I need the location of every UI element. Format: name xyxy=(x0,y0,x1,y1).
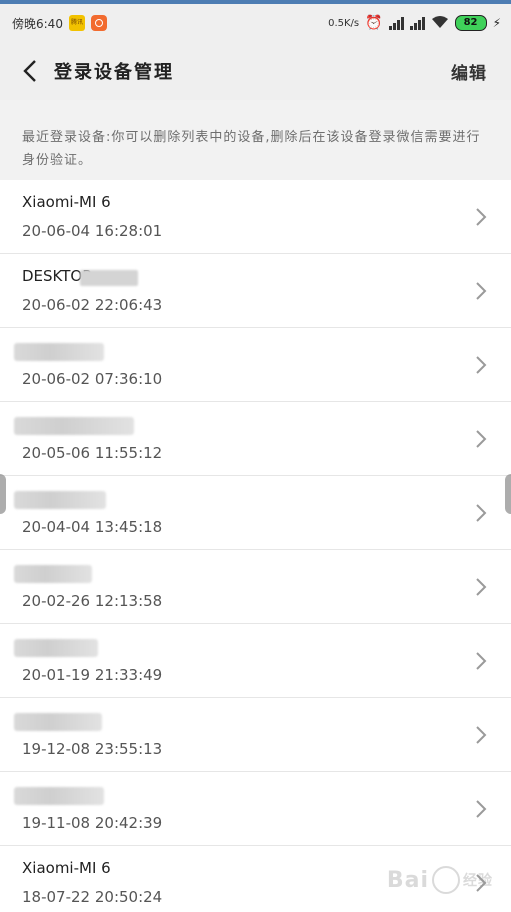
redacted-device-name xyxy=(14,639,98,657)
device-login-time: 20-05-06 11:55:12 xyxy=(22,444,163,462)
signal-icon xyxy=(409,16,425,30)
chevron-right-icon xyxy=(476,356,487,374)
redacted-device-name xyxy=(14,417,134,435)
chevron-right-icon xyxy=(476,578,487,596)
watermark-text-2: 经验 xyxy=(463,873,493,889)
network-speed: 0.5K/s xyxy=(328,17,360,29)
device-name: Xiaomi-MI 6 xyxy=(22,193,111,211)
watermark-text: Bai xyxy=(386,867,429,893)
alarm-icon: ⏰ xyxy=(365,15,383,31)
device-row[interactable]: 20-01-19 21:33:49 xyxy=(0,624,511,698)
battery-icon: 82 xyxy=(454,15,487,31)
redacted-device-name xyxy=(14,565,92,583)
device-row[interactable]: 20-02-26 12:13:58 xyxy=(0,550,511,624)
app-notification-icon-2 xyxy=(90,15,107,31)
device-login-time: 18-07-22 20:50:24 xyxy=(22,888,163,906)
chevron-right-icon xyxy=(476,282,487,300)
chevron-right-icon xyxy=(476,726,487,744)
redacted-device-name xyxy=(14,491,106,509)
chevron-right-icon xyxy=(476,800,487,818)
chevron-right-icon xyxy=(476,504,487,522)
device-login-time: 20-06-04 16:28:01 xyxy=(22,222,163,240)
device-login-time: 20-01-19 21:33:49 xyxy=(22,666,163,684)
hd-signal-icon xyxy=(388,16,404,30)
device-login-time: 20-06-02 07:36:10 xyxy=(22,370,163,388)
device-login-time: 19-12-08 23:55:13 xyxy=(22,740,163,758)
edit-button[interactable]: 编辑 xyxy=(451,59,487,84)
status-time: 傍晚6:40 xyxy=(12,16,63,31)
device-login-time: 20-06-02 22:06:43 xyxy=(22,296,163,314)
redacted-device-name xyxy=(80,270,138,286)
edge-handle-left xyxy=(0,474,6,514)
device-row[interactable]: 19-12-08 23:55:13 xyxy=(0,698,511,772)
notice-section: 最近登录设备:你可以删除列表中的设备,删除后在该设备登录微信需要进行身份验证。 xyxy=(0,100,511,180)
wifi-icon xyxy=(431,14,449,33)
device-row[interactable]: Xiaomi-MI 6 20-06-04 16:28:01 xyxy=(0,180,511,254)
paw-logo-icon xyxy=(432,866,460,894)
device-row[interactable]: 20-05-06 11:55:12 xyxy=(0,402,511,476)
baidu-watermark: Bai 经验 xyxy=(387,866,493,894)
device-row[interactable]: 19-11-08 20:42:39 xyxy=(0,772,511,846)
redacted-device-name xyxy=(14,343,104,361)
status-bar: 傍晚6:40 腾讯 0.5K/s ⏰ 82 ⚡ xyxy=(0,4,511,42)
device-row[interactable]: DESKTOP- 20-06-02 22:06:43 xyxy=(0,254,511,328)
charging-icon: ⚡ xyxy=(492,16,501,30)
chevron-right-icon xyxy=(476,208,487,226)
device-login-time: 20-04-04 13:45:18 xyxy=(22,518,163,536)
edge-handle-right xyxy=(505,474,511,514)
device-name: Xiaomi-MI 6 xyxy=(22,859,111,877)
nav-bar: 登录设备管理 编辑 xyxy=(0,42,511,100)
redacted-device-name xyxy=(14,713,102,731)
page-title: 登录设备管理 xyxy=(54,62,174,83)
device-list: Xiaomi-MI 6 20-06-04 16:28:01 DESKTOP- 2… xyxy=(0,180,511,912)
app-notification-icon: 腾讯 xyxy=(68,15,85,31)
chevron-right-icon xyxy=(476,652,487,670)
device-row[interactable]: 20-06-02 07:36:10 xyxy=(0,328,511,402)
device-login-time: 20-02-26 12:13:58 xyxy=(22,592,163,610)
chevron-left-icon xyxy=(23,60,36,82)
chevron-right-icon xyxy=(476,430,487,448)
device-row[interactable]: 20-04-04 13:45:18 xyxy=(0,476,511,550)
notice-text: 最近登录设备:你可以删除列表中的设备,删除后在该设备登录微信需要进行身份验证。 xyxy=(22,130,481,168)
back-button[interactable] xyxy=(18,59,42,83)
device-login-time: 19-11-08 20:42:39 xyxy=(22,814,163,832)
redacted-device-name xyxy=(14,787,104,805)
